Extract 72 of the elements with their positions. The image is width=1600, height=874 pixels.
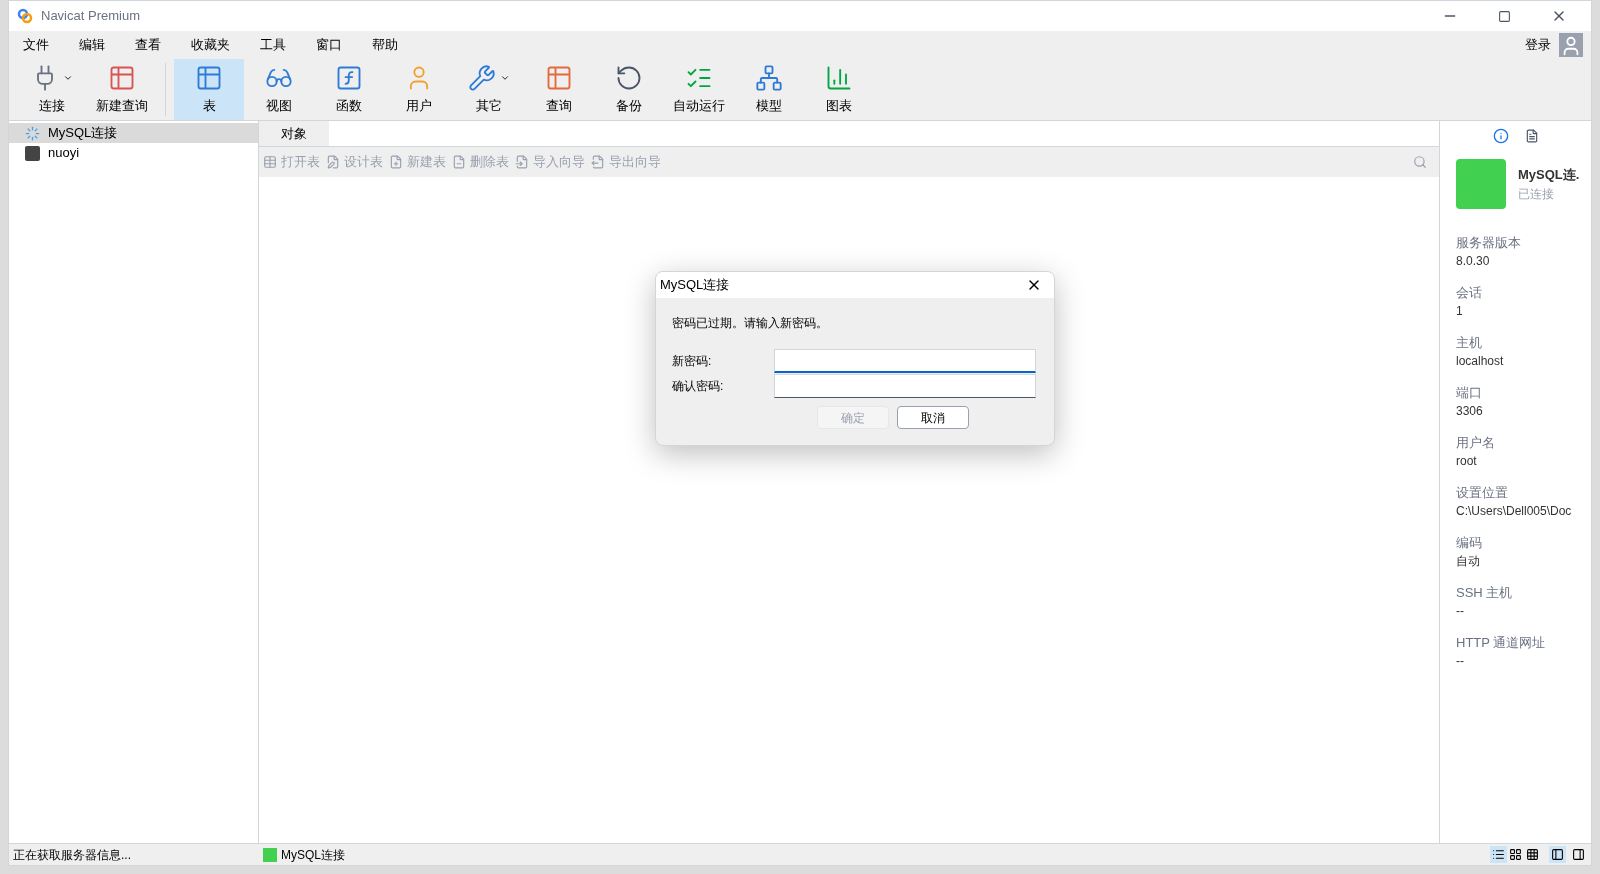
menu-item[interactable]: 收藏夹	[185, 35, 236, 55]
window-title: Navicat Premium	[41, 7, 140, 26]
status-message: 正在获取服务器信息...	[12, 846, 132, 864]
password-field[interactable]	[774, 373, 1036, 398]
info-value: root	[1456, 453, 1478, 470]
info-value: 自动	[1456, 553, 1481, 570]
panel-toggle-icon[interactable]	[1549, 846, 1566, 863]
toolbar-button[interactable]: 查询	[524, 59, 594, 120]
spinner-icon	[25, 125, 40, 141]
info-label: 主机	[1456, 334, 1483, 352]
toolbar-button[interactable]: 表	[174, 59, 244, 120]
avatar-icon[interactable]	[1559, 33, 1583, 57]
status-connection: MySQL连接	[281, 846, 345, 864]
menu-item[interactable]: 帮助	[366, 35, 404, 55]
info-label: SSH 主机	[1456, 584, 1514, 602]
table-action-icon	[515, 155, 529, 169]
app-logo-icon	[17, 8, 33, 24]
info-label: 设置位置	[1456, 484, 1509, 502]
menu-item[interactable]: 窗口	[310, 35, 348, 55]
ddl-icon[interactable]	[1524, 129, 1539, 143]
table-action-icon	[263, 155, 277, 169]
tools-icon	[468, 63, 496, 92]
toolbar-button[interactable]: 函数	[314, 59, 384, 120]
password-field[interactable]	[774, 348, 1036, 373]
toolbar-button[interactable]: 自动运行	[664, 59, 734, 120]
menu-item[interactable]: 编辑	[73, 35, 111, 55]
model-icon	[755, 63, 783, 92]
toolbar-button[interactable]: 新建查询	[87, 59, 157, 120]
info-value: 3306	[1456, 403, 1484, 420]
info-label: 编码	[1456, 534, 1483, 552]
table-action-icon	[326, 155, 340, 169]
field-label: 确认密码:	[672, 377, 725, 395]
menu-item[interactable]: 查看	[129, 35, 167, 55]
view-mode-icon[interactable]	[1507, 846, 1524, 863]
dialog-button[interactable]: 取消	[897, 406, 969, 429]
view-mode-icon[interactable]	[1524, 846, 1541, 863]
toolbar-button[interactable]: 备份	[594, 59, 664, 120]
table-action-icon	[591, 155, 605, 169]
dialog-message: 密码已过期。请输入新密码。	[671, 315, 829, 332]
info-value: --	[1456, 603, 1465, 620]
table-action-icon	[389, 155, 403, 169]
info-icon[interactable]	[1492, 128, 1509, 144]
table-action-icon	[452, 155, 466, 169]
connection-name: MySQL连.	[1518, 166, 1580, 185]
info-value: --	[1456, 653, 1465, 670]
info-label: 服务器版本	[1456, 234, 1522, 252]
connection-icon	[263, 847, 277, 862]
toolbar-button[interactable]: 连接	[17, 59, 87, 120]
field-label: 新密码:	[672, 352, 713, 370]
menu-item[interactable]: 工具	[254, 35, 292, 55]
toolbar-button[interactable]: 用户	[384, 59, 454, 120]
toolbar-button[interactable]: 模型	[734, 59, 804, 120]
menu-item[interactable]: 文件	[17, 35, 55, 55]
tree-item[interactable]: nuoyi	[9, 143, 258, 163]
view-mode-icon[interactable]	[1490, 846, 1507, 863]
info-label: 端口	[1456, 384, 1483, 402]
info-value: 8.0.30	[1456, 253, 1491, 270]
info-label: 会话	[1456, 284, 1483, 302]
info-value: 1	[1456, 303, 1464, 320]
info-value: localhost	[1456, 353, 1505, 370]
toolbar-button[interactable]: 视图	[244, 59, 314, 120]
tree-item[interactable]: MySQL连接	[9, 123, 258, 143]
connection-status: 已连接	[1518, 185, 1555, 203]
toolbar-button[interactable]: 其它	[454, 59, 524, 120]
toolbar-button[interactable]: 图表	[804, 59, 874, 120]
maximize-icon[interactable]	[1498, 9, 1511, 23]
info-label: HTTP 通道网址	[1456, 634, 1547, 652]
info-value: C:\Users\Dell005\Doc	[1456, 503, 1573, 520]
info-label: 用户名	[1456, 434, 1496, 452]
login-link[interactable]: 登录	[1525, 35, 1551, 55]
dialog-title: MySQL连接	[660, 276, 731, 295]
panel-toggle-icon[interactable]	[1570, 846, 1587, 863]
